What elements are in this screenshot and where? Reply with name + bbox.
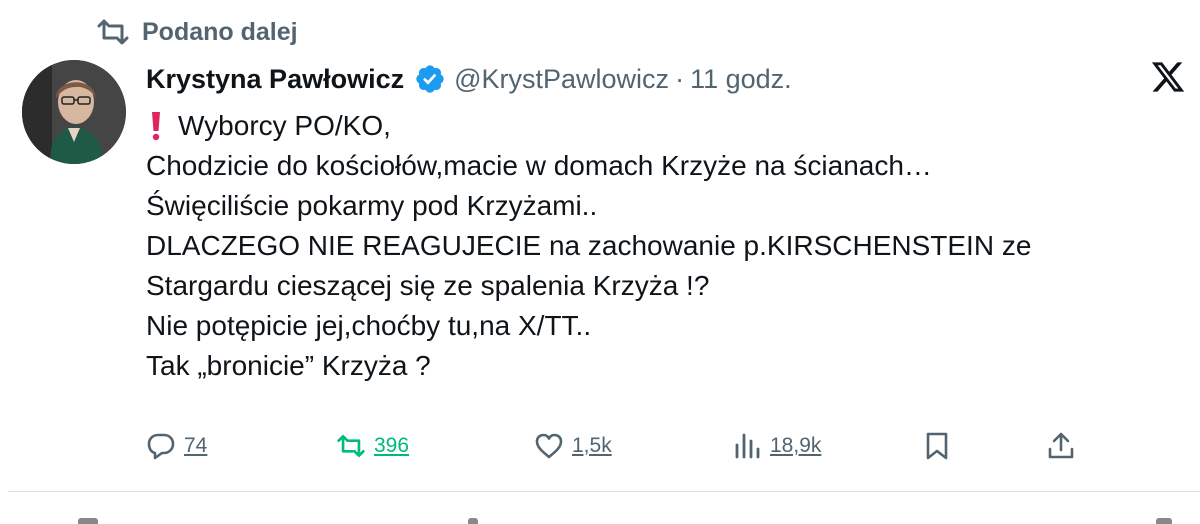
tweet-text: Wyborcy PO/KO, Chodzicie do kościołów,ma… (146, 106, 1176, 386)
views-count: 18,9k (770, 434, 822, 457)
tweet-timestamp[interactable]: 11 godz. (690, 64, 792, 95)
bookmark-icon (926, 432, 948, 460)
reply-icon (147, 433, 175, 460)
author-name[interactable]: Krystyna Pawłowicz (146, 64, 404, 95)
tweet-header: Krystyna Pawłowicz @KrystPawlowicz · 11 … (146, 56, 792, 102)
views-chart-icon (735, 433, 760, 459)
tweet-line: DLACZEGO NIE REAGUJECIE na zachowanie p.… (146, 230, 1032, 261)
exclamation-icon (152, 112, 160, 141)
x-logo-icon[interactable] (1150, 59, 1186, 95)
reply-button[interactable]: 74 (146, 424, 207, 468)
share-icon (1048, 432, 1074, 459)
tweet-line: Stargardu cieszącej się ze spalenia Krzy… (146, 270, 710, 301)
tweet-line: Tak „bronicie” Krzyża ? (146, 350, 431, 381)
heart-icon (535, 433, 563, 459)
verified-badge-icon (416, 65, 444, 93)
author-handle[interactable]: @KrystPawlowicz (454, 64, 669, 95)
peek-shape (1156, 518, 1172, 524)
repost-label: Podano dalej (142, 17, 298, 46)
reply-count: 74 (184, 434, 208, 457)
avatar[interactable] (22, 60, 126, 164)
tweet-line: Wyborcy PO/KO, (146, 106, 1176, 146)
like-count: 1,5k (572, 434, 612, 457)
repost-count: 396 (374, 434, 410, 457)
peek-shape (78, 518, 98, 524)
bookmark-button[interactable] (922, 424, 952, 468)
retweet-icon (97, 19, 129, 45)
tweet-line: Nie potępicie jej,choćby tu,na X/TT.. (146, 310, 592, 341)
tweet-line: Chodzicie do kościołów,macie w domach Kr… (146, 150, 932, 181)
tweet-line-text: Wyborcy PO/KO, (178, 110, 391, 141)
like-button[interactable]: 1,5k (534, 424, 612, 468)
retweet-icon (337, 434, 365, 458)
views-button[interactable]: 18,9k (732, 424, 821, 468)
tweet-line: Święciliście pokarmy pod Krzyżami.. (146, 190, 598, 221)
repost-button[interactable]: 396 (336, 424, 409, 468)
repost-indicator[interactable]: Podano dalej (96, 12, 298, 52)
peek-shape (468, 518, 478, 524)
share-button[interactable] (1046, 424, 1076, 468)
tweet-actions: 74 396 1,5k 18,9k (146, 424, 1186, 468)
header-separator: · (675, 63, 685, 94)
next-tweet-peek (0, 492, 1200, 524)
avatar-image (22, 60, 126, 164)
